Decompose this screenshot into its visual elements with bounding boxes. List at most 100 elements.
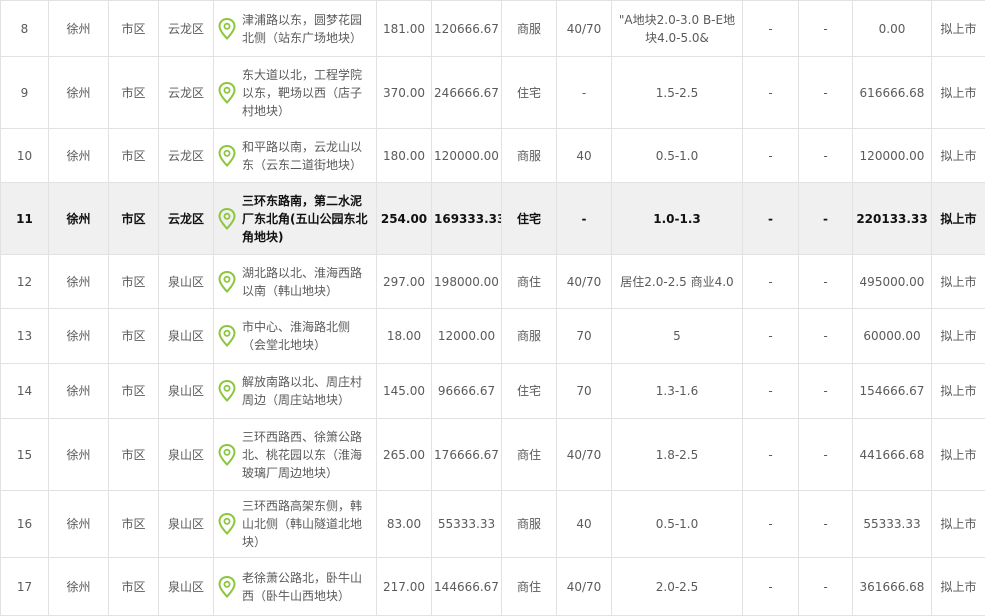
table-row: 15徐州市区泉山区三环西路西、徐箫公路北、桃花园以东（淮海玻璃厂周边地块）265… — [1, 419, 985, 491]
row-number-cell: 9 — [1, 57, 49, 129]
empty-cell: - — [743, 364, 799, 419]
district-cell: 泉山区 — [159, 364, 214, 419]
plot-ratio-cell: 居住2.0-2.5 商业4.0 — [612, 255, 743, 309]
lease-years-cell: 40/70 — [557, 255, 612, 309]
row-number-cell: 8 — [1, 1, 49, 57]
empty-cell: - — [799, 419, 853, 491]
land-use-cell: 住宅 — [502, 364, 557, 419]
empty-cell: - — [799, 183, 853, 255]
area-cell: 市区 — [109, 419, 159, 491]
status-cell: 拟上市 — [932, 255, 985, 309]
lease-years-cell: 70 — [557, 309, 612, 364]
city-cell: 徐州 — [49, 183, 109, 255]
location-cell: 东大道以北，工程学院以东，靶场以西（店子村地块） — [214, 57, 377, 129]
status-cell: 拟上市 — [932, 129, 985, 183]
status-cell: 拟上市 — [932, 419, 985, 491]
empty-cell: - — [799, 364, 853, 419]
land-use-cell: 商服 — [502, 491, 557, 558]
land-use-cell: 商住 — [502, 419, 557, 491]
map-pin-icon — [218, 18, 236, 40]
area-mu-cell: 181.00 — [377, 1, 432, 57]
city-cell: 徐州 — [49, 129, 109, 183]
area-cell: 市区 — [109, 129, 159, 183]
area-sqm-cell: 198000.00 — [432, 255, 502, 309]
area-sqm-cell: 12000.00 — [432, 309, 502, 364]
map-pin-icon — [218, 145, 236, 167]
empty-cell: - — [743, 57, 799, 129]
city-cell: 徐州 — [49, 491, 109, 558]
empty-cell: - — [743, 183, 799, 255]
price-cell: 154666.67 — [853, 364, 932, 419]
district-cell: 泉山区 — [159, 491, 214, 558]
lease-years-cell: 40 — [557, 129, 612, 183]
city-cell: 徐州 — [49, 558, 109, 616]
area-cell: 市区 — [109, 183, 159, 255]
price-cell: 55333.33 — [853, 491, 932, 558]
location-cell: 三环西路高架东侧，韩山北侧（韩山隧道北地块） — [214, 491, 377, 558]
area-sqm-cell: 176666.67 — [432, 419, 502, 491]
plot-ratio-cell: 0.5-1.0 — [612, 129, 743, 183]
plot-ratio-cell: "A地块2.0-3.0 B-E地块4.0-5.0& — [612, 1, 743, 57]
area-mu-cell: 180.00 — [377, 129, 432, 183]
location-cell: 市中心、淮海路北侧（会堂北地块） — [214, 309, 377, 364]
empty-cell: - — [799, 558, 853, 616]
area-sqm-cell: 55333.33 — [432, 491, 502, 558]
land-use-cell: 商住 — [502, 558, 557, 616]
row-number-cell: 12 — [1, 255, 49, 309]
location-text: 三环西路高架东侧，韩山北侧（韩山隧道北地块） — [242, 497, 370, 551]
table-row: 12徐州市区泉山区湖北路以北、淮海西路以南（韩山地块）297.00198000.… — [1, 255, 985, 309]
area-mu-cell: 370.00 — [377, 57, 432, 129]
lease-years-cell: 70 — [557, 364, 612, 419]
row-number-cell: 17 — [1, 558, 49, 616]
plot-ratio-cell: 1.0-1.3 — [612, 183, 743, 255]
location-cell: 津浦路以东，圆梦花园北侧（站东广场地块） — [214, 1, 377, 57]
price-cell: 361666.68 — [853, 558, 932, 616]
area-sqm-cell: 169333.33 — [432, 183, 502, 255]
district-cell: 泉山区 — [159, 309, 214, 364]
plot-ratio-cell: 0.5-1.0 — [612, 491, 743, 558]
location-cell: 三环东路南，第二水泥厂东北角(五山公园东北角地块) — [214, 183, 377, 255]
lease-years-cell: 40/70 — [557, 1, 612, 57]
map-pin-icon — [218, 271, 236, 293]
plot-ratio-cell: 1.8-2.5 — [612, 419, 743, 491]
city-cell: 徐州 — [49, 255, 109, 309]
empty-cell: - — [799, 309, 853, 364]
city-cell: 徐州 — [49, 1, 109, 57]
lease-years-cell: 40/70 — [557, 419, 612, 491]
area-mu-cell: 297.00 — [377, 255, 432, 309]
location-text: 和平路以南，云龙山以东（云东二道街地块） — [242, 138, 370, 174]
land-use-cell: 商服 — [502, 129, 557, 183]
district-cell: 泉山区 — [159, 558, 214, 616]
area-sqm-cell: 246666.67 — [432, 57, 502, 129]
location-text: 市中心、淮海路北侧（会堂北地块） — [242, 318, 370, 354]
empty-cell: - — [799, 491, 853, 558]
land-parcel-table: 8徐州市区云龙区津浦路以东，圆梦花园北侧（站东广场地块）181.00120666… — [0, 0, 985, 616]
district-cell: 泉山区 — [159, 255, 214, 309]
map-pin-icon — [218, 380, 236, 402]
price-cell: 60000.00 — [853, 309, 932, 364]
empty-cell: - — [799, 255, 853, 309]
plot-ratio-cell: 2.0-2.5 — [612, 558, 743, 616]
district-cell: 泉山区 — [159, 419, 214, 491]
empty-cell: - — [743, 309, 799, 364]
status-cell: 拟上市 — [932, 57, 985, 129]
land-use-cell: 商服 — [502, 309, 557, 364]
table-row: 17徐州市区泉山区老徐萧公路北，卧牛山西（卧牛山西地块）217.00144666… — [1, 558, 985, 616]
plot-ratio-cell: 5 — [612, 309, 743, 364]
map-pin-icon — [218, 82, 236, 104]
table-row: 8徐州市区云龙区津浦路以东，圆梦花园北侧（站东广场地块）181.00120666… — [1, 1, 985, 57]
area-cell: 市区 — [109, 558, 159, 616]
area-mu-cell: 83.00 — [377, 491, 432, 558]
price-cell: 120000.00 — [853, 129, 932, 183]
row-number-cell: 15 — [1, 419, 49, 491]
location-cell: 解放南路以北、周庄村周边（周庄站地块） — [214, 364, 377, 419]
area-mu-cell: 145.00 — [377, 364, 432, 419]
price-cell: 220133.33 — [853, 183, 932, 255]
location-text: 老徐萧公路北，卧牛山西（卧牛山西地块） — [242, 569, 370, 605]
area-mu-cell: 265.00 — [377, 419, 432, 491]
district-cell: 云龙区 — [159, 57, 214, 129]
area-sqm-cell: 120666.67 — [432, 1, 502, 57]
area-mu-cell: 217.00 — [377, 558, 432, 616]
empty-cell: - — [799, 129, 853, 183]
price-cell: 495000.00 — [853, 255, 932, 309]
